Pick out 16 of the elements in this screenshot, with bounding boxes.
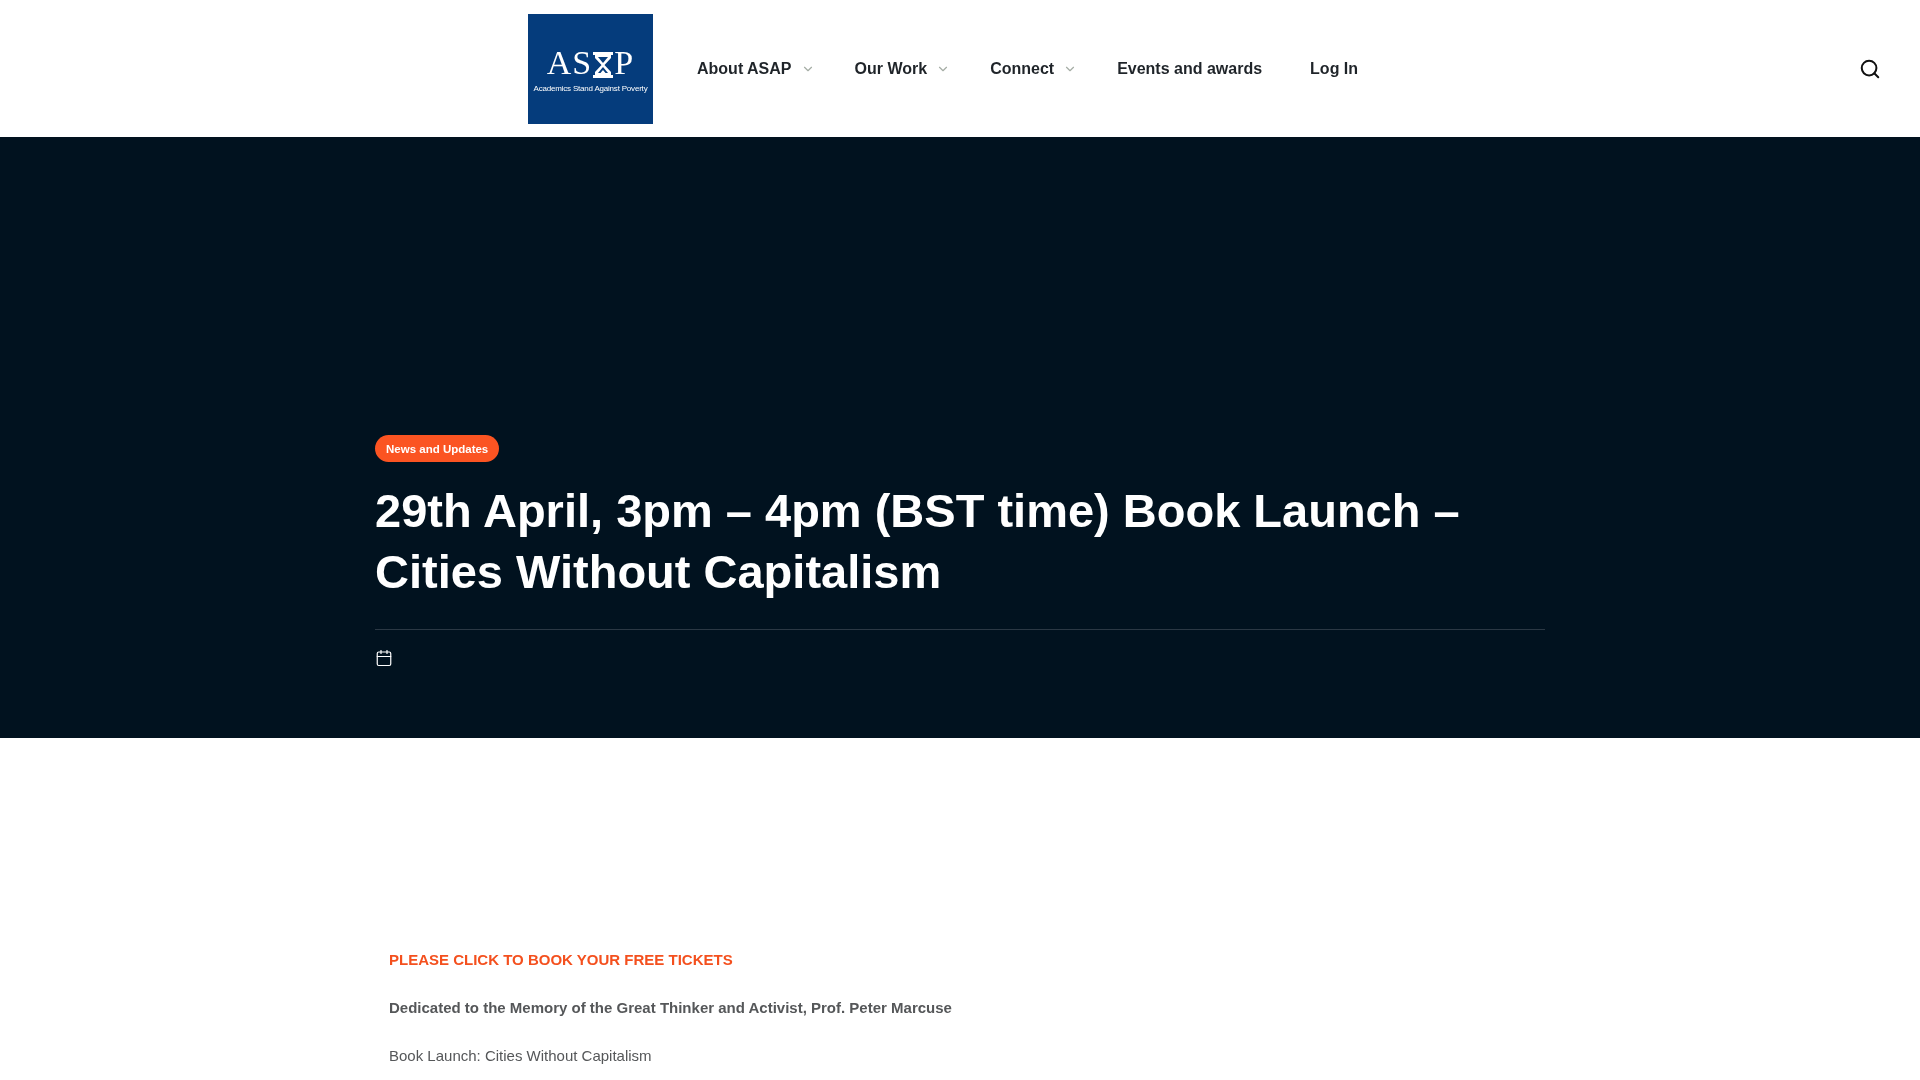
paragraph: Dedicated to the Memory of the Great Thinker and Activist, Prof. Peter Marcuse	[389, 998, 952, 1018]
logo-letters: P	[614, 47, 635, 78]
hourglass-icon	[593, 51, 614, 78]
nav-link[interactable]: Log In	[1310, 59, 1367, 78]
search-icon	[1859, 57, 1881, 80]
post-title: 29th April, 3pm – 4pm (BST time) Book Launch – Cities Without Capitalism	[375, 483, 1461, 600]
logo-letters: AS	[546, 47, 593, 78]
nav-link[interactable]: Our Work	[854, 59, 951, 78]
nav-link[interactable]: About ASAP	[697, 59, 815, 78]
logo[interactable]: AS P Academics Stand Against Poverty	[528, 13, 653, 124]
nav-link[interactable]: Connect	[990, 59, 1078, 78]
calendar-icon	[375, 649, 393, 667]
search-button[interactable]	[1859, 57, 1881, 80]
logo-tagline: Academics Stand Against Poverty	[533, 83, 648, 94]
nav-link[interactable]: Events and awards	[1117, 59, 1271, 78]
paragraph: Book Launch: Cities Without Capitalism	[389, 1046, 652, 1066]
